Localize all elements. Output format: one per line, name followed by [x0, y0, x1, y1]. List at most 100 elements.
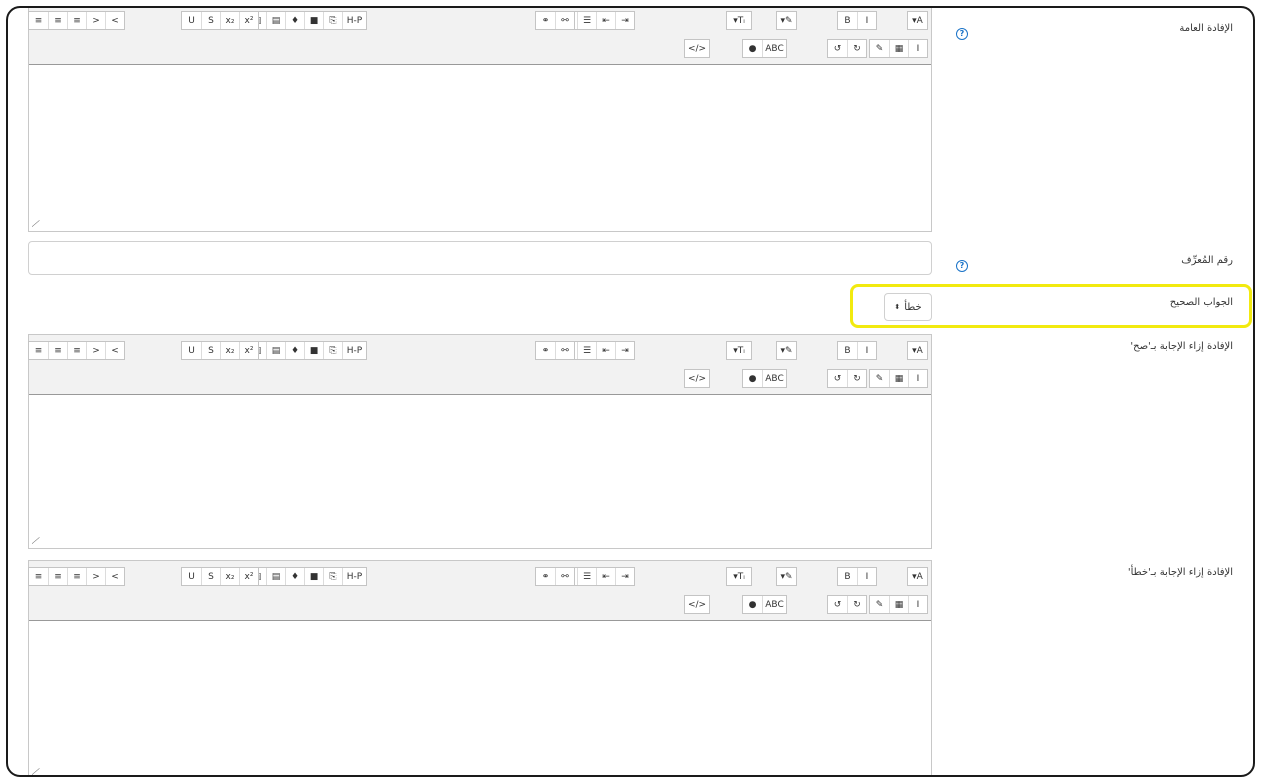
toolbar-links-button[interactable]: ⚭ [536, 342, 555, 359]
toolbar-text-style-button[interactable]: x₂ [220, 12, 239, 29]
toolbar-align-button[interactable]: ≡ [29, 342, 48, 359]
toolbar-edit-button[interactable]: Ⅰ [908, 370, 927, 387]
feedback-true-textarea[interactable]: ⟍ [29, 395, 931, 548]
toolbar-format-button[interactable]: I [857, 12, 876, 29]
toolbar-edit-button[interactable]: ▦ [889, 370, 908, 387]
toolbar-font-color-button[interactable]: ▾A [908, 12, 927, 29]
toolbar-access-button[interactable]: ● [743, 596, 762, 613]
resize-handle-icon[interactable]: ⟍ [29, 537, 40, 544]
toolbar-edit-button[interactable]: ▦ [889, 40, 908, 57]
toolbar-align-button[interactable]: ≡ [67, 342, 86, 359]
toolbar-access-button[interactable]: ● [743, 370, 762, 387]
toolbar-media-button[interactable]: ⎘ [323, 342, 342, 359]
toolbar-edit-button[interactable]: ✎ [870, 370, 889, 387]
toolbar-media-button[interactable]: ▤ [266, 12, 285, 29]
toolbar-align-button[interactable]: ≡ [48, 12, 67, 29]
toolbar-lists-button[interactable]: ⇤ [596, 342, 615, 359]
toolbar-align-button[interactable]: ≡ [48, 568, 67, 585]
toolbar-text-style-button[interactable]: S [201, 342, 220, 359]
toolbar-undo-button[interactable]: ↻ [847, 40, 866, 57]
toolbar-font-size-button[interactable]: ▾Tᵢ [727, 12, 751, 29]
toolbar-text-style-button[interactable]: U [182, 12, 201, 29]
correct-answer-select[interactable]: خطأ ⬍ [884, 293, 932, 321]
toolbar-media-button[interactable]: ■ [304, 342, 323, 359]
general-feedback-textarea[interactable]: ⟍ [29, 65, 931, 231]
toolbar-format-button[interactable]: I [857, 568, 876, 585]
toolbar-media-button[interactable]: ■ [304, 568, 323, 585]
toolbar-undo-button[interactable]: ↺ [828, 596, 847, 613]
toolbar-edit-button[interactable]: ✎ [870, 40, 889, 57]
toolbar-lists-button[interactable]: ⇤ [596, 568, 615, 585]
toolbar-align-button[interactable]: ≡ [29, 568, 48, 585]
help-icon[interactable]: ? [956, 260, 968, 272]
toolbar-lists-button[interactable]: ⇥ [615, 568, 634, 585]
toolbar-text-style-button[interactable]: S [201, 568, 220, 585]
toolbar-format-button[interactable]: B [838, 342, 857, 359]
toolbar-text-style-button[interactable]: x² [239, 568, 258, 585]
toolbar-media-button[interactable]: H-P [342, 342, 366, 359]
toolbar-text-style-button[interactable]: x₂ [220, 568, 239, 585]
toolbar-media-button[interactable]: ♦ [285, 568, 304, 585]
toolbar-undo-button[interactable]: ↺ [828, 370, 847, 387]
toolbar-access-button[interactable]: ● [743, 40, 762, 57]
resize-handle-icon[interactable]: ⟍ [29, 220, 40, 227]
toolbar-align-button[interactable]: > [86, 12, 105, 29]
toolbar-access-button[interactable]: ABC [762, 596, 786, 613]
toolbar-links-button[interactable]: ⚯ [555, 568, 574, 585]
feedback-false-textarea[interactable]: ⟍ [29, 621, 931, 775]
toolbar-edit-button[interactable]: ▦ [889, 596, 908, 613]
toolbar-lists-button[interactable]: ⇥ [615, 342, 634, 359]
toolbar-align-button[interactable]: ≡ [48, 342, 67, 359]
resize-handle-icon[interactable]: ⟍ [29, 768, 40, 775]
toolbar-links-button[interactable]: ⚭ [536, 568, 555, 585]
toolbar-edit-button[interactable]: ✎ [870, 596, 889, 613]
toolbar-text-style-button[interactable]: U [182, 342, 201, 359]
toolbar-format-button[interactable]: I [857, 342, 876, 359]
toolbar-text-style-button[interactable]: S [201, 12, 220, 29]
toolbar-media-button[interactable]: ♦ [285, 342, 304, 359]
toolbar-undo-button[interactable]: ↺ [828, 40, 847, 57]
toolbar-align-button[interactable]: ≡ [29, 12, 48, 29]
toolbar-media-button[interactable]: ▤ [266, 342, 285, 359]
toolbar-access-button[interactable]: ABC [762, 370, 786, 387]
toolbar-align-button[interactable]: < [105, 12, 124, 29]
toolbar-font-color-button[interactable]: ▾A [908, 568, 927, 585]
toolbar-lists-button[interactable]: ⇥ [615, 12, 634, 29]
toolbar-html-button[interactable]: </> [685, 596, 709, 613]
toolbar-align-button[interactable]: ≡ [67, 568, 86, 585]
toolbar-links-button[interactable]: ⚯ [555, 342, 574, 359]
toolbar-media-button[interactable]: ▤ [266, 568, 285, 585]
toolbar-media-button[interactable]: ⎘ [323, 568, 342, 585]
toolbar-align-button[interactable]: < [105, 568, 124, 585]
toolbar-lists-button[interactable]: ☰ [577, 12, 596, 29]
toolbar-font-size-button[interactable]: ▾Tᵢ [727, 342, 751, 359]
toolbar-html-button[interactable]: </> [685, 370, 709, 387]
toolbar-font-color-button[interactable]: ▾A [908, 342, 927, 359]
toolbar-align-button[interactable]: ≡ [67, 12, 86, 29]
toolbar-edit-button[interactable]: Ⅰ [908, 40, 927, 57]
toolbar-access-button[interactable]: ABC [762, 40, 786, 57]
toolbar-undo-button[interactable]: ↻ [847, 596, 866, 613]
toolbar-media-button[interactable]: ⎘ [323, 12, 342, 29]
toolbar-text-style-button[interactable]: x² [239, 12, 258, 29]
toolbar-media-button[interactable]: ■ [304, 12, 323, 29]
id-number-input[interactable] [28, 241, 932, 275]
toolbar-lists-button[interactable]: ⇤ [596, 12, 615, 29]
toolbar-align-button[interactable]: < [105, 342, 124, 359]
toolbar-text-style-button[interactable]: x² [239, 342, 258, 359]
toolbar-format-button[interactable]: B [838, 12, 857, 29]
toolbar-highlight-button[interactable]: ▾✎ [777, 12, 796, 29]
toolbar-edit-button[interactable]: Ⅰ [908, 596, 927, 613]
toolbar-html-button[interactable]: </> [685, 40, 709, 57]
toolbar-text-style-button[interactable]: x₂ [220, 342, 239, 359]
toolbar-lists-button[interactable]: ☰ [577, 342, 596, 359]
toolbar-media-button[interactable]: H-P [342, 568, 366, 585]
help-icon[interactable]: ? [956, 28, 968, 40]
toolbar-format-button[interactable]: B [838, 568, 857, 585]
toolbar-lists-button[interactable]: ☰ [577, 568, 596, 585]
toolbar-links-button[interactable]: ⚯ [555, 12, 574, 29]
toolbar-highlight-button[interactable]: ▾✎ [777, 568, 796, 585]
toolbar-highlight-button[interactable]: ▾✎ [777, 342, 796, 359]
toolbar-text-style-button[interactable]: U [182, 568, 201, 585]
toolbar-media-button[interactable]: H-P [342, 12, 366, 29]
